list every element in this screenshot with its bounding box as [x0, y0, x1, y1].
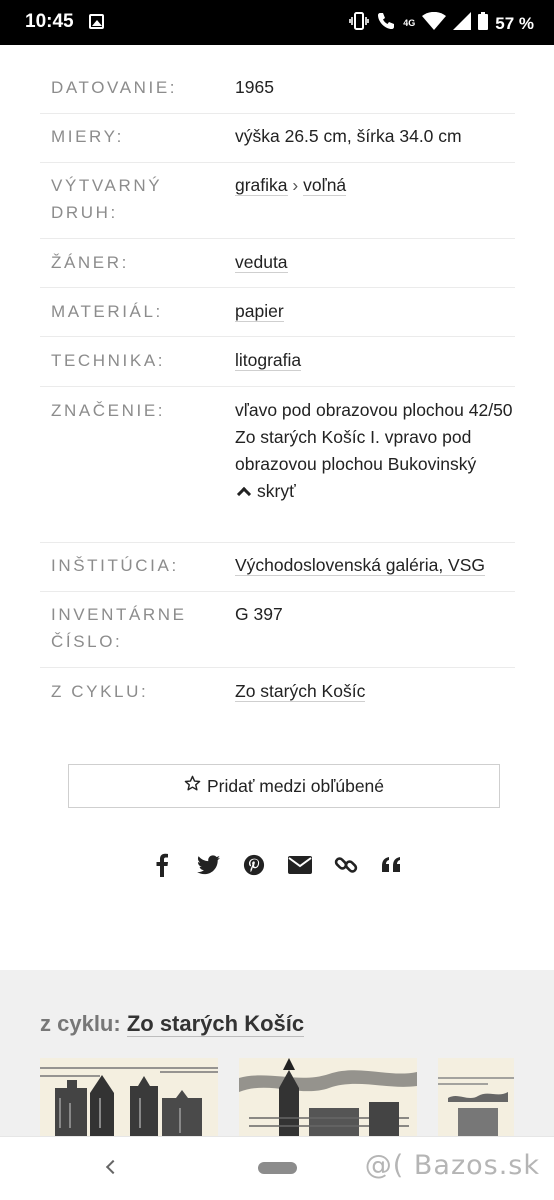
detail-value: Východoslovenská galéria, VSG	[235, 552, 515, 591]
detail-label: ZNAČENIE:	[51, 401, 166, 420]
cycle-thumbnail[interactable]	[40, 1058, 218, 1136]
status-icons: 4G 57 %	[349, 11, 534, 36]
cycle-heading-prefix: z cyklu:	[40, 1011, 121, 1036]
home-button[interactable]	[258, 1162, 297, 1174]
cycle-heading-link[interactable]: Zo starých Košíc	[126, 1011, 305, 1037]
back-button[interactable]	[105, 1159, 121, 1175]
watermark: @( Bazos.sk	[364, 1150, 540, 1181]
detail-label: MIERY:	[51, 127, 124, 146]
marking-text: vľavo pod obrazovou plochou 42/50 Zo sta…	[235, 400, 513, 474]
detail-value: G 397	[235, 604, 283, 624]
technique-link[interactable]: litografia	[235, 350, 302, 371]
network-type-label: 4G	[403, 18, 416, 28]
art-type-link-free[interactable]: voľná	[303, 175, 347, 196]
detail-row-cycle: Z CYKLU: Zo starých Košíc	[40, 668, 515, 716]
artwork-details: DATOVANIE: 1965 MIERY: výška 26.5 cm, ší…	[40, 64, 515, 716]
detail-row-art-type: VÝTVARNÝ DRUH: grafika › voľná	[40, 163, 515, 239]
collapse-label: skryť	[257, 481, 296, 501]
battery-icon	[478, 12, 489, 35]
facebook-icon[interactable]	[150, 850, 174, 880]
detail-value: papier	[235, 298, 515, 336]
wifi-icon	[422, 11, 447, 35]
signal-icon	[453, 12, 472, 35]
twitter-icon[interactable]	[196, 850, 220, 880]
cycle-thumbnail[interactable]	[239, 1058, 417, 1136]
material-link[interactable]: papier	[235, 301, 284, 322]
detail-label: TECHNIKA:	[51, 351, 166, 370]
genre-link[interactable]: veduta	[235, 252, 288, 273]
art-type-link-graphic[interactable]: grafika	[235, 175, 288, 196]
detail-label: INŠTITÚCIA:	[51, 556, 179, 575]
pinterest-icon[interactable]	[242, 850, 266, 880]
link-icon[interactable]	[334, 850, 358, 880]
detail-row-technique: TECHNIKA: litografia	[40, 337, 515, 387]
quote-icon[interactable]	[380, 850, 404, 880]
cycle-section: z cyklu: Zo starých Košíc	[0, 970, 554, 1136]
status-bar: 10:45 4G 57 %	[0, 0, 554, 45]
detail-value: vľavo pod obrazovou plochou 42/50 Zo sta…	[235, 397, 515, 542]
cycle-thumbnail[interactable]	[438, 1058, 514, 1136]
share-icons	[0, 850, 554, 880]
breadcrumb-separator: ›	[292, 175, 299, 195]
detail-label: DATOVANIE:	[51, 78, 178, 97]
detail-value: litografia	[235, 347, 515, 386]
detail-label: INVENTÁRNE ČÍSLO:	[51, 605, 187, 651]
detail-row-inventory-number: INVENTÁRNE ČÍSLO: G 397	[40, 592, 515, 668]
detail-label: Z CYKLU:	[51, 682, 149, 701]
android-nav-bar: @( Bazos.sk	[0, 1136, 554, 1200]
battery-percent: 57 %	[495, 13, 534, 33]
detail-value: grafika › voľná	[235, 172, 515, 238]
star-outline-icon	[184, 775, 201, 797]
add-to-favorites-button[interactable]: Pridať medzi obľúbené	[68, 764, 500, 808]
institution-link[interactable]: Východoslovenská galéria, VSG	[235, 555, 485, 576]
detail-label: MATERIÁL:	[51, 302, 163, 321]
detail-row-material: MATERIÁL: papier	[40, 288, 515, 337]
detail-row-institution: INŠTITÚCIA: Východoslovenská galéria, VS…	[40, 543, 515, 592]
detail-row-marking: ZNAČENIE: vľavo pod obrazovou plochou 42…	[40, 387, 515, 543]
chevron-up-icon	[236, 486, 252, 501]
detail-value: 1965	[235, 77, 274, 97]
add-to-favorites-label: Pridať medzi obľúbené	[206, 775, 385, 796]
detail-value: výška 26.5 cm, šírka 34.0 cm	[235, 126, 462, 146]
cycle-heading: z cyklu: Zo starých Košíc	[40, 1011, 305, 1037]
detail-row-genre: ŽÁNER: veduta	[40, 239, 515, 288]
detail-label: VÝTVARNÝ DRUH:	[51, 176, 163, 222]
collapse-toggle[interactable]: skryť	[235, 478, 515, 505]
detail-row-dating: DATOVANIE: 1965	[40, 64, 515, 114]
detail-value: veduta	[235, 249, 515, 287]
email-icon[interactable]	[288, 850, 312, 880]
detail-value: Zo starých Košíc	[235, 678, 515, 716]
cycle-link[interactable]: Zo starých Košíc	[235, 681, 366, 702]
detail-label: ŽÁNER:	[51, 253, 129, 272]
status-time: 10:45	[25, 11, 74, 32]
detail-row-dimensions: MIERY: výška 26.5 cm, šírka 34.0 cm	[40, 114, 515, 163]
phone-call-icon	[376, 11, 396, 36]
vibrate-icon	[349, 12, 370, 35]
image-notification-icon	[89, 14, 104, 29]
